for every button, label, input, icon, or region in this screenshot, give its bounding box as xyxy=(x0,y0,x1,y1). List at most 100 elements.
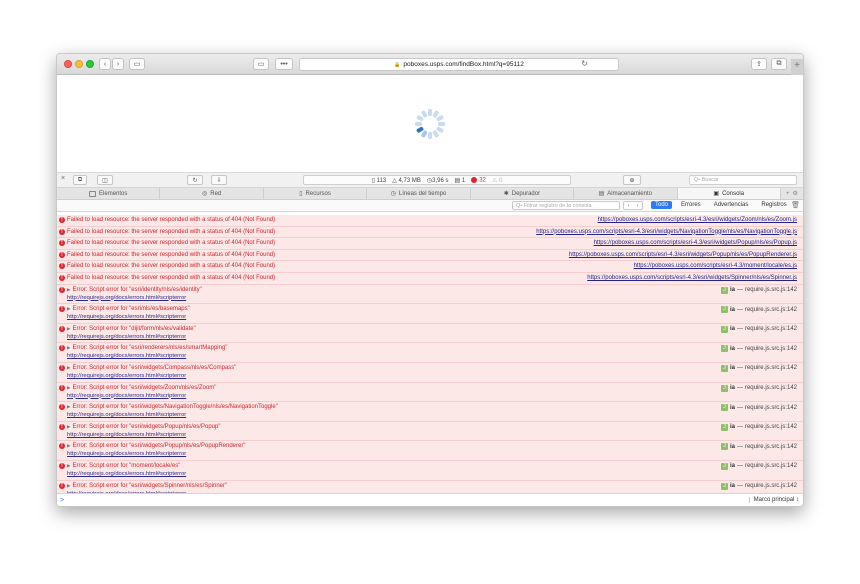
load-time[interactable]: ◷3,96 s xyxy=(427,177,449,184)
log-message[interactable]: ▶ Error: Script error for "esri/widgets/C… xyxy=(67,365,236,371)
disclosure-triangle-icon[interactable]: ▶ xyxy=(67,404,70,409)
console-filter-input[interactable]: Q• Filtrar registro de la consola xyxy=(512,201,620,210)
disclosure-triangle-icon[interactable]: ▶ xyxy=(67,483,70,488)
undock-button[interactable]: ⧉ xyxy=(73,175,87,185)
log-source[interactable]: Jia — require.js.src.js:142 xyxy=(720,443,797,451)
disclosure-triangle-icon[interactable]: ▶ xyxy=(67,463,70,468)
logs-count[interactable]: ▤ 1 xyxy=(455,177,466,184)
log-source-link[interactable]: https://poboxes.usps.com/scripts/esri-4.… xyxy=(598,217,797,223)
error-doc-link[interactable]: http://requirejs.org/docs/errors.html#sc… xyxy=(67,314,186,320)
back-button[interactable]: ‹ xyxy=(99,58,111,70)
log-source[interactable]: Jia — require.js.src.js:142 xyxy=(720,364,797,372)
log-message[interactable]: ▶ Error: Script error for "esri/widgets/N… xyxy=(67,404,278,410)
tab-console[interactable]: ▣ Consola xyxy=(677,188,781,199)
log-source[interactable]: Jia — require.js.src.js:142 xyxy=(720,306,797,314)
close-inspector-icon[interactable]: × xyxy=(61,175,65,182)
error-doc-link[interactable]: http://requirejs.org/docs/errors.html#sc… xyxy=(67,393,186,399)
add-tab-icon[interactable]: + xyxy=(786,191,790,197)
download-button[interactable]: ⇩ xyxy=(211,175,227,185)
storage-icon: ▤ xyxy=(598,191,605,197)
log-row: ! ▶ Error: Script error for "esri/nls/es/b… xyxy=(57,304,803,324)
tab-resources[interactable]: ▯ Recursos xyxy=(264,188,368,199)
tab-debugger[interactable]: ✱ Depurador xyxy=(471,188,575,199)
filter-all[interactable]: Todo xyxy=(651,201,673,209)
prompt-caret: > xyxy=(60,497,65,504)
clear-console-icon[interactable]: 🗑 xyxy=(791,201,800,209)
crosshair-button[interactable]: ⊕ xyxy=(623,175,641,185)
close-window-button[interactable] xyxy=(64,60,72,68)
log-source-link[interactable]: https://poboxes.usps.com/scripts/esri-4.… xyxy=(587,275,797,281)
chevron-left-icon[interactable]: ‹ xyxy=(628,203,630,209)
dock-side-button[interactable]: ◫ xyxy=(97,175,113,185)
log-message[interactable]: ▶ Error: Script error for "esri/widgets/P… xyxy=(67,443,245,449)
error-doc-link[interactable]: http://requirejs.org/docs/errors.html#sc… xyxy=(67,432,186,438)
tab-network[interactable]: ◎ Red xyxy=(160,188,264,199)
forward-button[interactable]: › xyxy=(112,58,124,70)
log-source[interactable]: Jia — require.js.src.js:142 xyxy=(720,286,797,294)
error-doc-link[interactable]: http://requirejs.org/docs/errors.html#sc… xyxy=(67,295,186,301)
warnings-count[interactable]: ⚠ 0 xyxy=(492,177,502,184)
minimize-window-button[interactable] xyxy=(75,60,83,68)
error-doc-link[interactable]: http://requirejs.org/docs/errors.html#sc… xyxy=(67,353,186,359)
log-message[interactable]: ▶ Error: Script error for "esri/identity/… xyxy=(67,287,202,293)
log-source[interactable]: Jia — require.js.src.js:142 xyxy=(720,482,797,490)
filter-logs[interactable]: Registros xyxy=(757,201,790,209)
disclosure-triangle-icon[interactable]: ▶ xyxy=(67,385,70,390)
log-message[interactable]: ▶ Error: Script error for "esri/nls/es/ba… xyxy=(67,306,190,312)
tabs-button[interactable]: ⧉ xyxy=(771,58,787,70)
disclosure-triangle-icon[interactable]: ▶ xyxy=(67,287,70,292)
error-doc-link[interactable]: http://requirejs.org/docs/errors.html#sc… xyxy=(67,412,186,418)
log-message[interactable]: ▶ Error: Script error for "esri/widgets/S… xyxy=(67,483,227,489)
disclosure-triangle-icon[interactable]: ▶ xyxy=(67,345,70,350)
reload-page-button[interactable]: ↻ xyxy=(187,175,203,185)
reader-button[interactable]: ▭ xyxy=(253,58,269,70)
log-source[interactable]: Jia — require.js.src.js:142 xyxy=(720,462,797,470)
address-bar[interactable]: 🔒 poboxes.usps.com/findBox.html?q=95112 … xyxy=(299,58,619,71)
gear-icon[interactable]: ⚙ xyxy=(793,190,798,197)
error-doc-link[interactable]: http://requirejs.org/docs/errors.html#sc… xyxy=(67,334,186,340)
resources-count[interactable]: ▯ 113 xyxy=(372,177,387,184)
log-source[interactable]: Jia — require.js.src.js:142 xyxy=(720,423,797,431)
disclosure-triangle-icon[interactable]: ▶ xyxy=(67,424,70,429)
error-doc-link[interactable]: http://requirejs.org/docs/errors.html#sc… xyxy=(67,471,186,477)
filter-errors[interactable]: Errores xyxy=(677,201,705,209)
log-message: Failed to load resource: the server resp… xyxy=(67,263,276,270)
filter-warnings[interactable]: Advertencias xyxy=(710,201,753,209)
disclosure-triangle-icon[interactable]: ▶ xyxy=(67,306,70,311)
page-size[interactable]: △ 4,73 MB xyxy=(392,177,421,184)
inspector-search-input[interactable]: Q• Buscar xyxy=(689,175,797,185)
disclosure-triangle-icon[interactable]: ▶ xyxy=(67,326,70,331)
tab-timelines[interactable]: ◷ Líneas del tiempo xyxy=(367,188,471,199)
error-doc-link[interactable]: http://requirejs.org/docs/errors.html#sc… xyxy=(67,373,186,379)
tab-extras: + ⚙ xyxy=(781,188,803,199)
log-message[interactable]: ▶ Error: Script error for "esri/widgets/P… xyxy=(67,424,220,430)
error-doc-link[interactable]: http://requirejs.org/docs/errors.html#sc… xyxy=(67,451,186,457)
log-source-link[interactable]: https://poboxes.usps.com/scripts/esri-4.… xyxy=(569,252,797,258)
log-source[interactable]: Jia — require.js.src.js:142 xyxy=(720,404,797,412)
log-message[interactable]: ▶ Error: Script error for "esri/renderers… xyxy=(67,345,227,351)
execution-context-select[interactable]: Marco principal ↕ xyxy=(748,497,799,503)
log-source[interactable]: Jia — require.js.src.js:142 xyxy=(720,384,797,392)
chevron-right-icon[interactable]: › xyxy=(637,203,639,209)
share-button[interactable]: ⇪ xyxy=(751,58,767,70)
log-message[interactable]: ▶ Error: Script error for "esri/widgets/Z… xyxy=(67,385,216,391)
sidebar-button[interactable]: ▭ xyxy=(129,58,145,70)
js-file-icon: J xyxy=(720,443,728,451)
console-prompt[interactable]: > Marco principal ↕ xyxy=(57,493,803,506)
new-tab-button[interactable]: + xyxy=(791,59,803,75)
log-source[interactable]: Jia — require.js.src.js:142 xyxy=(720,345,797,353)
tab-elements[interactable]: Elementos xyxy=(57,188,161,199)
tabs-overview-button[interactable]: ••• xyxy=(275,58,293,70)
errors-count[interactable]: 32 xyxy=(471,176,486,183)
log-source-link[interactable]: https://poboxes.usps.com/scripts/esri-4.… xyxy=(594,240,797,246)
log-message[interactable]: ▶ Error: Script error for "moment/locale/… xyxy=(67,463,180,469)
reload-icon[interactable]: ↻ xyxy=(581,59,588,68)
tab-storage[interactable]: ▤ Almacenamiento xyxy=(574,188,678,199)
log-message[interactable]: ▶ Error: Script error for "dijit/form/nls… xyxy=(67,326,196,332)
log-source-link[interactable]: https://poboxes.usps.com/scripts/esri-4.… xyxy=(536,229,797,235)
log-source-link[interactable]: https://poboxes.usps.com/scripts/esri-4.… xyxy=(634,263,797,269)
disclosure-triangle-icon[interactable]: ▶ xyxy=(67,365,70,370)
log-source[interactable]: Jia — require.js.src.js:142 xyxy=(720,325,797,333)
maximize-window-button[interactable] xyxy=(86,60,94,68)
disclosure-triangle-icon[interactable]: ▶ xyxy=(67,443,70,448)
